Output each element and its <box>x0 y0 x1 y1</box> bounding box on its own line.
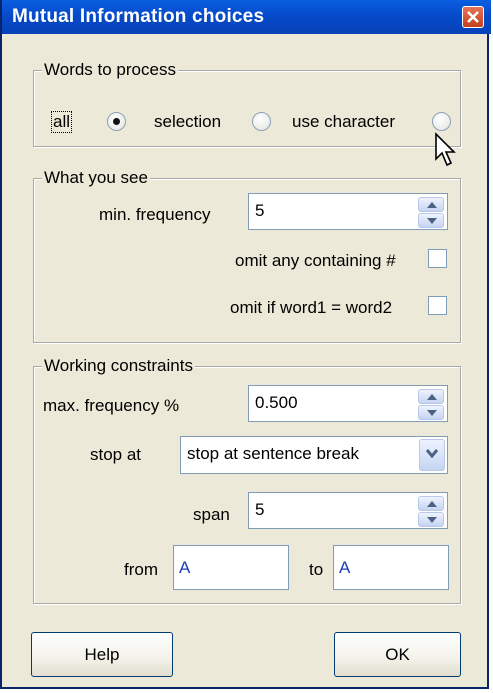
option-all-label[interactable]: all <box>50 111 73 133</box>
spin-up-button[interactable] <box>418 496 444 511</box>
to-input[interactable]: A <box>333 545 449 590</box>
to-value: A <box>339 558 351 577</box>
max-frequency-value: 0.500 <box>255 393 298 412</box>
radio-use-character[interactable] <box>432 112 451 131</box>
close-button[interactable] <box>462 6 484 28</box>
words-to-process-group: Words to process <box>33 60 461 147</box>
radio-selection[interactable] <box>252 112 271 131</box>
omit-same-label: omit if word1 = word2 <box>230 298 393 317</box>
max-frequency-label: max. frequency % <box>43 396 180 415</box>
stop-at-label: stop at <box>90 445 142 464</box>
max-frequency-spinner[interactable] <box>418 389 444 420</box>
min-frequency-spinner[interactable] <box>418 197 444 228</box>
min-frequency-value: 5 <box>255 201 265 220</box>
omit-same-checkbox[interactable] <box>428 296 447 315</box>
from-label: from <box>124 560 158 579</box>
omit-containing-label: omit any containing # <box>235 251 396 270</box>
max-frequency-spinbox[interactable]: 0.500 <box>248 385 448 422</box>
arrow-up-icon <box>427 394 437 400</box>
option-selection-label[interactable]: selection <box>154 112 221 132</box>
radio-selected-dot <box>113 118 120 125</box>
arrow-up-icon <box>427 202 437 208</box>
arrow-down-icon <box>427 410 437 416</box>
radio-all[interactable] <box>107 112 126 131</box>
option-use-character-label[interactable]: use character <box>292 112 395 132</box>
working-constraints-legend: Working constraints <box>42 356 195 376</box>
from-value: A <box>179 558 191 577</box>
span-spinbox[interactable]: 5 <box>248 492 448 529</box>
spin-up-button[interactable] <box>418 197 444 212</box>
stop-at-dropdown[interactable]: stop at sentence break <box>180 436 448 474</box>
title-bar[interactable]: Mutual Information choices <box>2 0 491 34</box>
span-label: span <box>193 505 230 524</box>
close-icon <box>467 11 479 23</box>
ok-button[interactable]: OK <box>334 632 461 677</box>
mouse-pointer-icon <box>435 132 456 167</box>
dialog-window: Mutual Information choices Words to proc… <box>0 0 491 689</box>
arrow-down-icon <box>427 218 437 224</box>
stop-at-value: stop at sentence break <box>187 444 360 463</box>
to-label: to <box>309 560 324 579</box>
stop-at-dropdown-button[interactable] <box>419 439 445 471</box>
what-you-see-legend: What you see <box>42 168 150 188</box>
help-button[interactable]: Help <box>31 632 173 677</box>
spin-down-button[interactable] <box>418 405 444 420</box>
spin-down-button[interactable] <box>418 213 444 228</box>
spin-down-button[interactable] <box>418 512 444 527</box>
from-input[interactable]: A <box>173 545 289 590</box>
spin-up-button[interactable] <box>418 389 444 404</box>
chevron-down-icon <box>426 449 438 459</box>
omit-containing-checkbox[interactable] <box>428 249 447 268</box>
min-frequency-spinbox[interactable]: 5 <box>248 193 448 230</box>
arrow-up-icon <box>427 501 437 507</box>
window-title: Mutual Information choices <box>12 6 265 27</box>
arrow-down-icon <box>427 517 437 523</box>
span-value: 5 <box>255 500 265 519</box>
min-frequency-label: min. frequency <box>99 205 211 224</box>
words-to-process-legend: Words to process <box>42 60 178 80</box>
span-spinner[interactable] <box>418 496 444 527</box>
